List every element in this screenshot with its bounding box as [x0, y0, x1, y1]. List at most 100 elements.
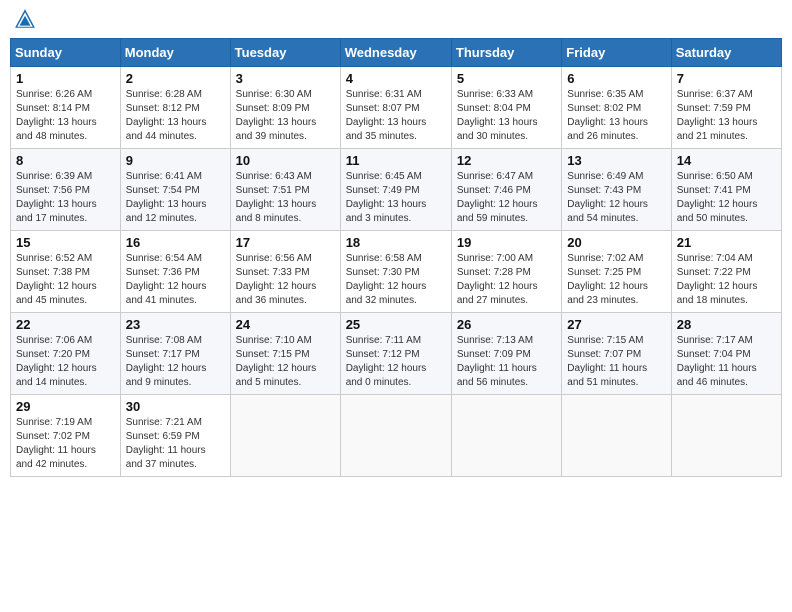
column-header-sunday: Sunday [11, 39, 121, 67]
day-details: Sunrise: 6:30 AMSunset: 8:09 PMDaylight:… [236, 88, 335, 144]
day-number: 22 [16, 317, 115, 332]
day-cell [451, 395, 561, 477]
day-number: 7 [677, 71, 776, 86]
day-number: 18 [346, 235, 446, 250]
day-cell: 1 Sunrise: 6:26 AMSunset: 8:14 PMDaylight… [11, 67, 121, 149]
day-number: 8 [16, 153, 115, 168]
column-header-wednesday: Wednesday [340, 39, 451, 67]
day-details: Sunrise: 7:21 AMSunset: 6:59 PMDaylight:… [126, 416, 225, 472]
day-number: 5 [457, 71, 556, 86]
day-number: 13 [567, 153, 665, 168]
day-number: 1 [16, 71, 115, 86]
day-details: Sunrise: 7:06 AMSunset: 7:20 PMDaylight:… [16, 334, 115, 390]
day-cell: 16Sunrise: 6:54 AMSunset: 7:36 PMDayligh… [120, 231, 230, 313]
day-details: Sunrise: 6:37 AMSunset: 7:59 PMDaylight:… [677, 88, 776, 144]
day-details: Sunrise: 6:26 AMSunset: 8:14 PMDaylight:… [16, 88, 115, 144]
day-cell: 2 Sunrise: 6:28 AMSunset: 8:12 PMDaylight… [120, 67, 230, 149]
day-cell: 29 Sunrise: 7:19 AMSunset: 7:02 PMDayligh… [11, 395, 121, 477]
day-cell: 8 Sunrise: 6:39 AMSunset: 7:56 PMDaylight… [11, 149, 121, 231]
day-cell: 6 Sunrise: 6:35 AMSunset: 8:02 PMDaylight… [562, 67, 671, 149]
day-details: Sunrise: 7:13 AMSunset: 7:09 PMDaylight:… [457, 334, 556, 390]
day-details: Sunrise: 7:11 AMSunset: 7:12 PMDaylight:… [346, 334, 446, 390]
calendar-table: SundayMondayTuesdayWednesdayThursdayFrid… [10, 38, 782, 477]
day-details: Sunrise: 6:31 AMSunset: 8:07 PMDaylight:… [346, 88, 446, 144]
day-cell: 26 Sunrise: 7:13 AMSunset: 7:09 PMDayligh… [451, 313, 561, 395]
day-cell [562, 395, 671, 477]
calendar-header-row: SundayMondayTuesdayWednesdayThursdayFrid… [11, 39, 782, 67]
day-number: 27 [567, 317, 665, 332]
day-number: 3 [236, 71, 335, 86]
day-cell: 21 Sunrise: 7:04 AMSunset: 7:22 PMDayligh… [671, 231, 781, 313]
day-cell: 14Sunrise: 6:50 AMSunset: 7:41 PMDayligh… [671, 149, 781, 231]
day-details: Sunrise: 7:00 AMSunset: 7:28 PMDaylight:… [457, 252, 556, 308]
week-row-4: 22 Sunrise: 7:06 AMSunset: 7:20 PMDayligh… [11, 313, 782, 395]
day-cell: 11 Sunrise: 6:45 AMSunset: 7:49 PMDayligh… [340, 149, 451, 231]
day-number: 16 [126, 235, 225, 250]
day-details: Sunrise: 7:02 AMSunset: 7:25 PMDaylight:… [567, 252, 665, 308]
day-number: 19 [457, 235, 556, 250]
day-cell: 25 Sunrise: 7:11 AMSunset: 7:12 PMDayligh… [340, 313, 451, 395]
day-cell: 17 Sunrise: 6:56 AMSunset: 7:33 PMDayligh… [230, 231, 340, 313]
day-number: 15 [16, 235, 115, 250]
day-number: 21 [677, 235, 776, 250]
day-cell: 23 Sunrise: 7:08 AMSunset: 7:17 PMDayligh… [120, 313, 230, 395]
day-details: Sunrise: 6:28 AMSunset: 8:12 PMDaylight:… [126, 88, 225, 144]
day-cell: 20 Sunrise: 7:02 AMSunset: 7:25 PMDayligh… [562, 231, 671, 313]
day-number: 9 [126, 153, 225, 168]
day-details: Sunrise: 6:47 AMSunset: 7:46 PMDaylight:… [457, 170, 556, 226]
logo [14, 10, 38, 30]
day-number: 17 [236, 235, 335, 250]
day-number: 30 [126, 399, 225, 414]
day-details: Sunrise: 6:33 AMSunset: 8:04 PMDaylight:… [457, 88, 556, 144]
day-details: Sunrise: 6:35 AMSunset: 8:02 PMDaylight:… [567, 88, 665, 144]
week-row-5: 29 Sunrise: 7:19 AMSunset: 7:02 PMDayligh… [11, 395, 782, 477]
day-details: Sunrise: 6:56 AMSunset: 7:33 PMDaylight:… [236, 252, 335, 308]
day-details: Sunrise: 7:19 AMSunset: 7:02 PMDaylight:… [16, 416, 115, 472]
day-number: 6 [567, 71, 665, 86]
day-number: 25 [346, 317, 446, 332]
day-cell [671, 395, 781, 477]
day-cell: 24 Sunrise: 7:10 AMSunset: 7:15 PMDayligh… [230, 313, 340, 395]
day-number: 20 [567, 235, 665, 250]
day-cell: 30 Sunrise: 7:21 AMSunset: 6:59 PMDayligh… [120, 395, 230, 477]
day-cell: 5 Sunrise: 6:33 AMSunset: 8:04 PMDaylight… [451, 67, 561, 149]
week-row-2: 8 Sunrise: 6:39 AMSunset: 7:56 PMDaylight… [11, 149, 782, 231]
column-header-saturday: Saturday [671, 39, 781, 67]
day-cell: 12 Sunrise: 6:47 AMSunset: 7:46 PMDayligh… [451, 149, 561, 231]
day-details: Sunrise: 6:45 AMSunset: 7:49 PMDaylight:… [346, 170, 446, 226]
day-cell [340, 395, 451, 477]
page-header [10, 10, 782, 30]
column-header-tuesday: Tuesday [230, 39, 340, 67]
day-number: 2 [126, 71, 225, 86]
day-cell: 4 Sunrise: 6:31 AMSunset: 8:07 PMDaylight… [340, 67, 451, 149]
day-cell: 22 Sunrise: 7:06 AMSunset: 7:20 PMDayligh… [11, 313, 121, 395]
week-row-1: 1 Sunrise: 6:26 AMSunset: 8:14 PMDaylight… [11, 67, 782, 149]
day-number: 4 [346, 71, 446, 86]
day-number: 26 [457, 317, 556, 332]
day-number: 11 [346, 153, 446, 168]
day-details: Sunrise: 7:17 AMSunset: 7:04 PMDaylight:… [677, 334, 776, 390]
day-cell: 13 Sunrise: 6:49 AMSunset: 7:43 PMDayligh… [562, 149, 671, 231]
day-details: Sunrise: 6:41 AMSunset: 7:54 PMDaylight:… [126, 170, 225, 226]
day-details: Sunrise: 7:10 AMSunset: 7:15 PMDaylight:… [236, 334, 335, 390]
day-number: 23 [126, 317, 225, 332]
day-details: Sunrise: 7:08 AMSunset: 7:17 PMDaylight:… [126, 334, 225, 390]
day-cell: 18Sunrise: 6:58 AMSunset: 7:30 PMDayligh… [340, 231, 451, 313]
column-header-monday: Monday [120, 39, 230, 67]
day-number: 14 [677, 153, 776, 168]
day-cell: 7 Sunrise: 6:37 AMSunset: 7:59 PMDaylight… [671, 67, 781, 149]
day-details: Sunrise: 7:04 AMSunset: 7:22 PMDaylight:… [677, 252, 776, 308]
week-row-3: 15 Sunrise: 6:52 AMSunset: 7:38 PMDayligh… [11, 231, 782, 313]
day-number: 29 [16, 399, 115, 414]
day-details: Sunrise: 6:39 AMSunset: 7:56 PMDaylight:… [16, 170, 115, 226]
day-details: Sunrise: 6:43 AMSunset: 7:51 PMDaylight:… [236, 170, 335, 226]
day-cell: 27Sunrise: 7:15 AMSunset: 7:07 PMDayligh… [562, 313, 671, 395]
generalblue-icon [14, 8, 36, 30]
day-number: 28 [677, 317, 776, 332]
day-details: Sunrise: 6:49 AMSunset: 7:43 PMDaylight:… [567, 170, 665, 226]
day-cell: 19 Sunrise: 7:00 AMSunset: 7:28 PMDayligh… [451, 231, 561, 313]
day-number: 24 [236, 317, 335, 332]
day-details: Sunrise: 6:52 AMSunset: 7:38 PMDaylight:… [16, 252, 115, 308]
day-cell: 28 Sunrise: 7:17 AMSunset: 7:04 PMDayligh… [671, 313, 781, 395]
day-number: 12 [457, 153, 556, 168]
